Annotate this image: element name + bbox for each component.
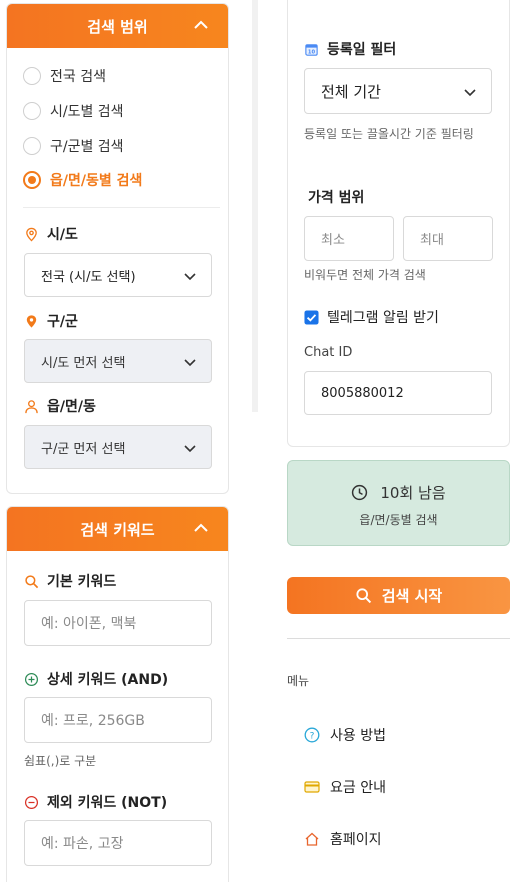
chat-id-label: Chat ID xyxy=(304,345,353,360)
radio-label: 구/군별 검색 xyxy=(50,139,124,155)
menu-item-pricing[interactable]: 요금 안내 xyxy=(304,777,386,797)
right-column: 10 등록일 필터 전체 기간 등록일 또는 끌올시간 기준 필터링 가격 범위… xyxy=(266,0,520,882)
remaining-count: 10회 남음 xyxy=(288,482,509,503)
date-filter-hint: 등록일 또는 끌올시간 기준 필터링 xyxy=(304,127,474,141)
date-filter-select[interactable]: 전체 기간 xyxy=(304,68,492,114)
svg-text:?: ? xyxy=(310,732,315,742)
filter-card: 10 등록일 필터 전체 기간 등록일 또는 끌올시간 기준 필터링 가격 범위… xyxy=(287,0,510,447)
radio-circle-selected[interactable] xyxy=(23,171,41,189)
sido-select[interactable]: 전국 (시/도 선택) xyxy=(24,253,212,297)
keyword-card: 검색 키워드 기본 키워드 예: 아이폰, 맥북 상세 키워드 (AND) 예:… xyxy=(6,506,229,882)
menu-item-homepage[interactable]: 홈페이지 xyxy=(304,829,382,849)
radio-sido[interactable]: 시/도별 검색 xyxy=(23,101,124,121)
chevron-down-icon xyxy=(184,445,196,453)
price-max-input[interactable]: 최대 xyxy=(403,216,493,261)
plus-circle-icon xyxy=(24,672,39,686)
person-icon xyxy=(25,399,38,413)
radio-circle[interactable] xyxy=(23,137,41,155)
svg-text:10: 10 xyxy=(308,49,316,55)
not-keyword-label: 제외 키워드 (NOT) xyxy=(24,792,167,812)
section-divider xyxy=(23,207,220,208)
radio-label: 전국 검색 xyxy=(50,69,106,85)
gugun-select[interactable]: 시/도 먼저 선택 xyxy=(24,339,212,383)
chevron-down-icon xyxy=(464,89,476,97)
minus-circle-icon xyxy=(24,795,39,809)
radio-circle[interactable] xyxy=(23,102,41,120)
radio-label: 읍/면/동별 검색 xyxy=(50,173,143,189)
keyword-title: 검색 키워드 xyxy=(80,520,155,539)
not-keyword-input[interactable]: 예: 파손, 고장 xyxy=(24,820,212,866)
price-range-label: 가격 범위 xyxy=(308,190,365,206)
search-icon xyxy=(25,574,39,588)
sido-label: 시/도 xyxy=(24,224,78,244)
and-keyword-label: 상세 키워드 (AND) xyxy=(24,669,168,689)
calendar-icon: 10 xyxy=(305,43,318,55)
status-scope: 읍/면/동별 검색 xyxy=(359,513,438,527)
radio-gugun[interactable]: 구/군별 검색 xyxy=(23,136,124,156)
keyword-header[interactable]: 검색 키워드 xyxy=(7,507,228,551)
and-keyword-input[interactable]: 예: 프로, 256GB xyxy=(24,697,212,743)
price-min-input[interactable]: 최소 xyxy=(304,216,394,261)
radio-circle[interactable] xyxy=(23,67,41,85)
chevron-up-icon[interactable] xyxy=(192,519,210,537)
chat-id-input[interactable]: 8005880012 xyxy=(304,371,492,415)
clock-icon xyxy=(352,484,368,501)
dong-select[interactable]: 구/군 먼저 선택 xyxy=(24,425,212,469)
chevron-down-icon xyxy=(184,359,196,367)
menu-title: 메뉴 xyxy=(287,674,310,688)
menu-item-how-to-use[interactable]: ? 사용 방법 xyxy=(304,725,386,745)
search-scope-header[interactable]: 검색 범위 xyxy=(7,4,228,48)
and-keyword-hint: 쉼표(,)로 구분 xyxy=(24,754,97,768)
search-scope-title: 검색 범위 xyxy=(87,17,148,36)
help-icon: ? xyxy=(304,727,320,743)
price-hint: 비워두면 전체 가격 검색 xyxy=(304,268,426,282)
usage-status-box: 10회 남음 읍/면/동별 검색 xyxy=(287,460,510,546)
radio-label: 시/도별 검색 xyxy=(50,104,124,120)
map-pin-icon xyxy=(26,227,37,242)
telegram-row[interactable]: 텔레그램 알림 받기 xyxy=(304,307,439,327)
scrollbar-track[interactable] xyxy=(252,0,258,412)
basic-keyword-input[interactable]: 예: 아이폰, 맥북 xyxy=(24,600,212,646)
radio-nationwide[interactable]: 전국 검색 xyxy=(23,66,106,86)
checkbox-checked-icon[interactable] xyxy=(304,309,319,325)
map-pin-filled-icon xyxy=(26,314,37,328)
dong-label: 읍/면/동 xyxy=(24,396,96,416)
gugun-label: 구/군 xyxy=(24,311,78,331)
chevron-down-icon xyxy=(184,273,196,281)
radio-dong[interactable]: 읍/면/동별 검색 xyxy=(23,170,142,190)
search-icon xyxy=(356,588,371,604)
card-icon xyxy=(304,781,320,793)
menu-divider xyxy=(287,638,510,639)
start-search-button[interactable]: 검색 시작 xyxy=(287,577,510,614)
basic-keyword-label: 기본 키워드 xyxy=(24,571,116,591)
home-icon xyxy=(305,832,319,846)
date-filter-label: 10 등록일 필터 xyxy=(304,39,396,59)
chevron-up-icon[interactable] xyxy=(192,16,210,34)
search-scope-card: 검색 범위 전국 검색 시/도별 검색 구/군별 검색 읍/면/동별 검색 시/… xyxy=(6,3,229,494)
left-column: 검색 범위 전국 검색 시/도별 검색 구/군별 검색 읍/면/동별 검색 시/… xyxy=(0,0,236,882)
